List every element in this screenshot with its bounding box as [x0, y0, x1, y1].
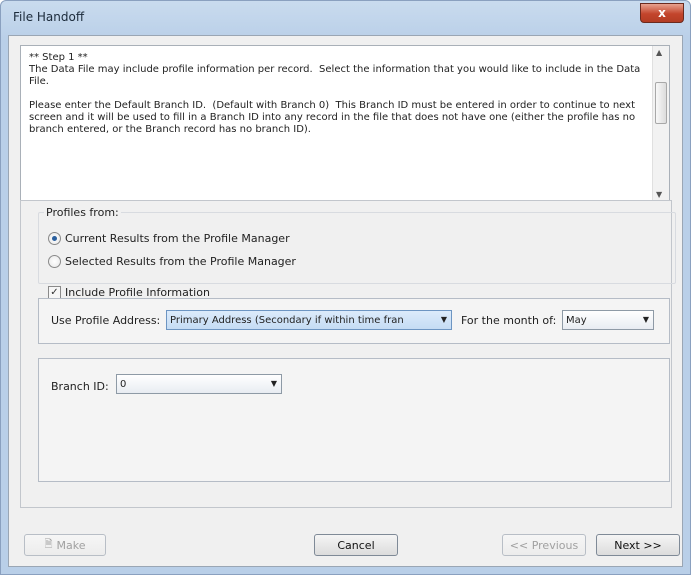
- radio-selected-label: Selected Results from the Profile Manage…: [65, 255, 296, 268]
- profile-address-label: Use Profile Address:: [51, 314, 161, 327]
- close-button[interactable]: x: [640, 3, 684, 23]
- month-dropdown[interactable]: May ▼: [562, 310, 654, 330]
- scroll-down-icon[interactable]: ▼: [656, 190, 662, 199]
- chevron-down-icon[interactable]: ▼: [643, 315, 649, 324]
- profiles-group: [38, 212, 676, 284]
- branch-id-dropdown[interactable]: 0 ▼: [116, 374, 282, 394]
- previous-button[interactable]: << Previous: [502, 534, 586, 556]
- make-button-label: Make: [56, 538, 86, 552]
- window-title: File Handoff: [13, 10, 85, 24]
- cancel-button-label: Cancel: [337, 538, 375, 552]
- make-button[interactable]: 🗎 Make: [24, 534, 106, 556]
- next-button[interactable]: Next >>: [596, 534, 680, 556]
- title-bar[interactable]: File Handoff x: [1, 1, 690, 35]
- branch-id-label: Branch ID:: [51, 380, 109, 393]
- scroll-thumb[interactable]: [655, 82, 667, 124]
- radio-current-label: Current Results from the Profile Manager: [65, 232, 290, 245]
- radio-selected-icon[interactable]: [48, 255, 61, 268]
- month-label: For the month of:: [461, 314, 557, 327]
- scroll-up-icon[interactable]: ▲: [656, 48, 662, 57]
- radio-selected-results[interactable]: Selected Results from the Profile Manage…: [48, 255, 296, 268]
- step-description-box[interactable]: ** Step 1 ** The Data File may include p…: [20, 45, 670, 202]
- close-icon: x: [658, 6, 666, 20]
- chevron-down-icon[interactable]: ▼: [271, 379, 277, 388]
- radio-current-icon[interactable]: [48, 232, 61, 245]
- chevron-down-icon[interactable]: ▼: [441, 315, 447, 324]
- document-icon: 🗎: [44, 538, 53, 550]
- profile-address-value: Primary Address (Secondary if within tim…: [170, 314, 404, 326]
- radio-current-results[interactable]: Current Results from the Profile Manager: [48, 232, 290, 245]
- profiles-legend: Profiles from:: [44, 206, 121, 219]
- cancel-button[interactable]: Cancel: [314, 534, 398, 556]
- step-description-text: ** Step 1 ** The Data File may include p…: [29, 52, 641, 135]
- profile-address-dropdown[interactable]: Primary Address (Secondary if within tim…: [166, 310, 452, 330]
- description-scrollbar[interactable]: ▲ ▼: [652, 46, 669, 201]
- previous-button-label: << Previous: [509, 538, 579, 552]
- branch-id-value: 0: [120, 378, 127, 390]
- month-value: May: [566, 314, 587, 326]
- next-button-label: Next >>: [614, 538, 662, 552]
